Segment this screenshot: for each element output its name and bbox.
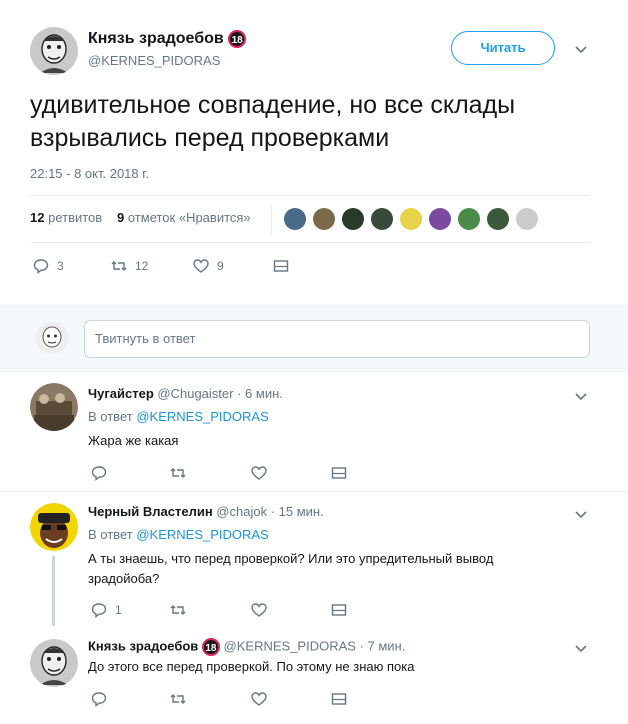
liker-avatar[interactable] <box>400 208 422 230</box>
likes-label: отметок «Нравится» <box>127 210 251 225</box>
retweet-action[interactable] <box>170 602 186 618</box>
reply-avatar[interactable] <box>30 639 78 687</box>
reply-author-handle[interactable]: @chajok <box>216 504 267 519</box>
divider <box>0 491 628 492</box>
reply-icon <box>91 466 107 481</box>
liker-avatar[interactable] <box>458 208 480 230</box>
direct-message-action[interactable] <box>331 465 347 481</box>
reply-icon <box>33 259 49 274</box>
reply-count: 1 <box>115 603 122 617</box>
retweets-stat[interactable]: 12 ретвитов <box>30 210 102 225</box>
divider <box>30 195 590 196</box>
retweet-icon <box>170 605 186 615</box>
heart-icon <box>251 603 267 617</box>
sepia-photo-icon <box>30 383 78 431</box>
reply-icon <box>91 603 107 618</box>
direct-message-action[interactable] <box>331 602 347 618</box>
caricature-icon <box>30 639 78 687</box>
reply-author-name[interactable]: Князь зрадоебов <box>88 638 198 653</box>
liker-avatar[interactable] <box>313 208 335 230</box>
current-user-avatar[interactable] <box>36 322 68 354</box>
liker-avatar[interactable] <box>284 208 306 230</box>
reply-to-mention[interactable]: @KERNES_PIDORAS <box>136 409 268 424</box>
envelope-icon <box>331 693 347 705</box>
heart-icon <box>251 692 267 706</box>
author-name[interactable]: Князь зрадоебов <box>88 30 224 47</box>
reply-to-mention[interactable]: @KERNES_PIDORAS <box>136 527 268 542</box>
reply-to-prefix: В ответ <box>88 527 133 542</box>
liker-avatar[interactable] <box>487 208 509 230</box>
retweet-icon <box>170 694 186 704</box>
divider <box>30 242 590 243</box>
reply-menu-chevron-icon[interactable] <box>574 389 588 408</box>
retweet-icon <box>170 468 186 478</box>
reply-text: А ты знаешь, что перед проверкой? Или эт… <box>88 551 494 586</box>
stats-separator <box>271 204 272 236</box>
tweet-menu-chevron-icon[interactable] <box>574 42 588 61</box>
follow-button[interactable]: Читать <box>451 31 555 65</box>
retweet-action[interactable]: 12 <box>111 258 148 274</box>
likes-count: 9 <box>117 210 125 225</box>
like-count: 9 <box>217 259 224 273</box>
direct-message-action[interactable] <box>273 258 289 274</box>
reply-text: Жара же какая <box>88 433 179 448</box>
retweet-action[interactable] <box>170 465 186 481</box>
tweet-text: удивительное совпадение, но все склады в… <box>30 91 516 152</box>
reply-avatar[interactable] <box>30 383 78 431</box>
reply-author-handle[interactable]: @KERNES_PIDORAS <box>224 638 356 653</box>
caricature-icon <box>30 27 78 75</box>
retweet-action[interactable] <box>170 691 186 707</box>
reply-to-prefix: В ответ <box>88 409 133 424</box>
heart-icon <box>193 259 209 273</box>
reply-text: До этого все перед проверкой. По этому н… <box>88 659 415 674</box>
reply-action[interactable] <box>91 691 115 707</box>
retweets-label: ретвитов <box>48 210 103 225</box>
tweet-timestamp[interactable]: 22:15 - 8 окт. 2018 г. <box>30 166 149 181</box>
reply-avatar[interactable] <box>30 503 78 551</box>
liker-avatar[interactable] <box>371 208 393 230</box>
heart-icon <box>251 466 267 480</box>
user-sketch-icon <box>36 322 68 354</box>
liker-avatar[interactable] <box>429 208 451 230</box>
cartoon-face-icon <box>30 503 78 551</box>
direct-message-action[interactable] <box>331 691 347 707</box>
like-action[interactable]: 9 <box>193 258 224 274</box>
author-avatar[interactable] <box>30 27 78 75</box>
like-action[interactable] <box>251 465 267 481</box>
divider <box>0 371 628 372</box>
reply-time[interactable]: · 6 мин. <box>237 386 283 401</box>
reply-time[interactable]: · 7 мин. <box>360 638 406 653</box>
retweet-icon <box>111 261 127 271</box>
reply-author-name[interactable]: Чугайстер <box>88 386 154 401</box>
reply-icon <box>91 692 107 707</box>
author-handle[interactable]: @KERNES_PIDORAS <box>88 53 220 68</box>
reply-author-handle[interactable]: @Chugaister <box>157 386 233 401</box>
envelope-icon <box>273 260 289 272</box>
reply-author-name[interactable]: Черный Властелин <box>88 504 213 519</box>
likes-stat[interactable]: 9 отметок «Нравится» <box>117 210 251 225</box>
retweet-count: 12 <box>135 259 149 273</box>
reply-action[interactable] <box>91 465 115 481</box>
retweets-count: 12 <box>30 210 45 225</box>
reply-input[interactable]: Твитнуть в ответ <box>84 320 590 358</box>
reply-action[interactable]: 1 <box>91 602 122 618</box>
like-action[interactable] <box>251 602 267 618</box>
thread-line <box>52 556 55 626</box>
reply-time[interactable]: · 15 мин. <box>271 504 324 519</box>
envelope-icon <box>331 604 347 616</box>
age-18-badge-icon: 18 <box>201 638 220 656</box>
age-18-badge-icon: 18 <box>228 30 247 48</box>
like-action[interactable] <box>251 691 267 707</box>
reply-menu-chevron-icon[interactable] <box>574 507 588 526</box>
reply-action[interactable]: 3 <box>33 258 64 274</box>
liker-avatar[interactable] <box>342 208 364 230</box>
liker-avatar[interactable] <box>516 208 538 230</box>
envelope-icon <box>331 467 347 479</box>
reply-count: 3 <box>57 259 64 273</box>
